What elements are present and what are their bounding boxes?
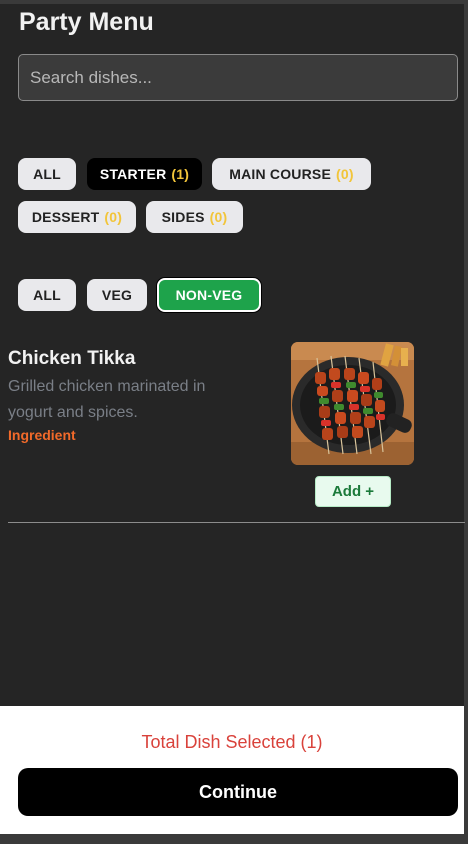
- category-label: STARTER: [99, 166, 167, 182]
- diet-label: VEG: [101, 287, 133, 303]
- category-count: (1): [171, 166, 190, 182]
- diet-non-veg-chip[interactable]: NON-VEG: [157, 278, 261, 312]
- page-title: Party Menu: [19, 8, 154, 36]
- window-bottom-border: [0, 834, 468, 844]
- dish-divider: [8, 522, 465, 523]
- category-count: (0): [104, 209, 123, 225]
- diet-label: ALL: [33, 287, 61, 303]
- chicken-tikka-image: [291, 342, 414, 465]
- dish-name: Chicken Tikka: [8, 348, 136, 369]
- category-sides-chip[interactable]: SIDES (0): [146, 201, 243, 233]
- chicken-tikka-skewers-photo: [291, 342, 414, 465]
- diet-veg-chip[interactable]: VEG: [87, 279, 147, 311]
- window-top-border: [0, 0, 468, 4]
- selection-footer: Total Dish Selected (1) Continue: [0, 706, 464, 834]
- category-label: MAIN COURSE: [229, 166, 332, 182]
- category-all-chip[interactable]: ALL: [18, 158, 76, 190]
- diet-all-chip[interactable]: ALL: [18, 279, 76, 311]
- dish-ingredient-tag: Ingredient: [8, 427, 76, 443]
- window-right-border: [464, 0, 468, 844]
- category-label: ALL: [33, 166, 61, 182]
- category-count: (0): [336, 166, 354, 182]
- add-dish-button[interactable]: Add +: [315, 476, 391, 507]
- diet-label: NON-VEG: [175, 287, 243, 303]
- category-starter-chip[interactable]: STARTER (1): [87, 158, 202, 190]
- dish-description: Grilled chicken marinated in yogurt and …: [8, 378, 206, 421]
- category-label: SIDES: [161, 209, 205, 225]
- search-input[interactable]: [18, 54, 458, 101]
- category-count: (0): [209, 209, 228, 225]
- continue-button[interactable]: Continue: [18, 768, 458, 816]
- category-label: DESSERT: [31, 209, 100, 225]
- total-dish-selected: Total Dish Selected (1): [141, 732, 323, 752]
- category-dessert-chip[interactable]: DESSERT (0): [18, 201, 136, 233]
- category-main-course-chip[interactable]: MAIN COURSE (0): [212, 158, 371, 190]
